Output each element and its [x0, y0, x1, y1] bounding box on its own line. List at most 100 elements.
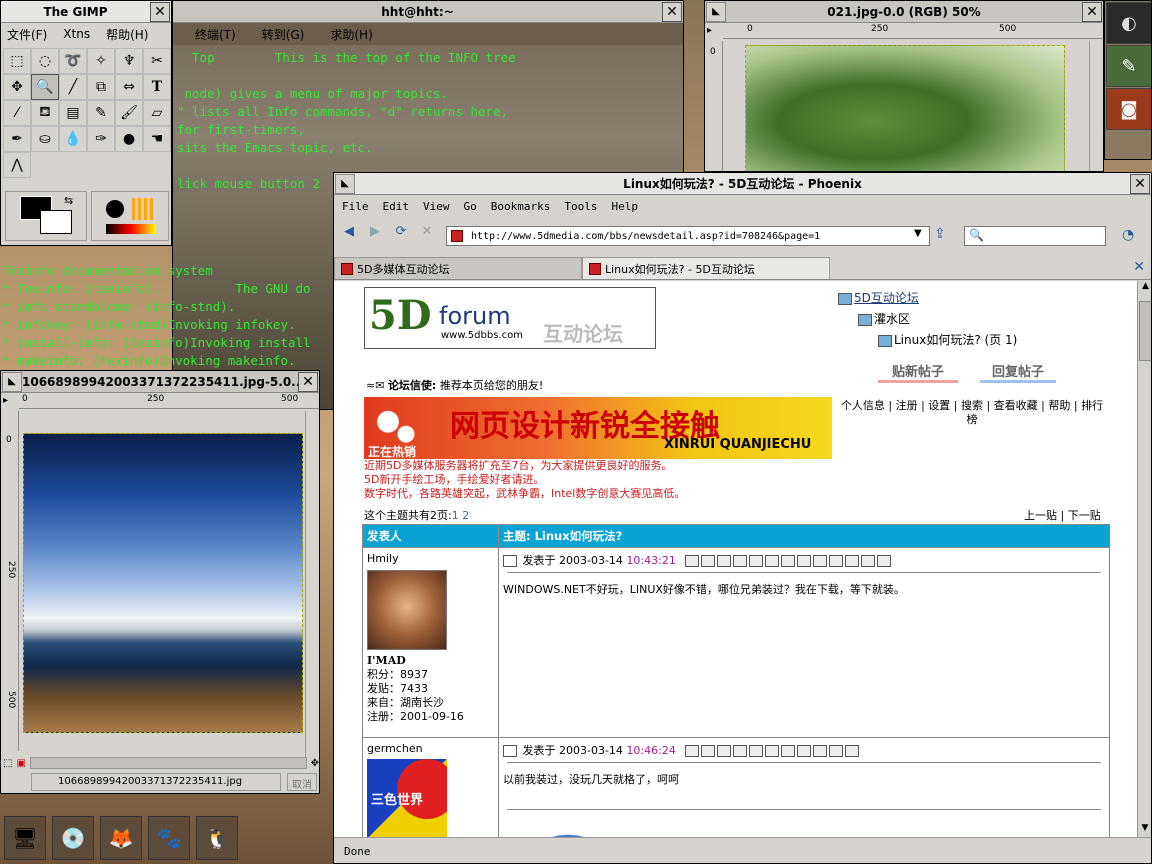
edit-icon[interactable]	[797, 555, 812, 567]
computer-icon[interactable]	[845, 745, 860, 757]
scroll-down-icon[interactable]: ▼	[1138, 823, 1151, 837]
gimp-menu-xtns[interactable]: Xtns	[63, 27, 90, 41]
reload-icon[interactable]: ⟳	[390, 220, 412, 242]
mascot-icon[interactable]: 🦊	[100, 816, 142, 860]
post-action-icons[interactable]	[685, 744, 861, 757]
bg-color[interactable]	[40, 210, 72, 234]
gimp-menu-file[interactable]: 文件(F)	[7, 26, 47, 43]
download-icon[interactable]	[829, 745, 844, 757]
close-tab-icon[interactable]: ✕	[1125, 259, 1151, 279]
computer-icon[interactable]	[877, 555, 892, 567]
gimp-close-button[interactable]: ✕	[150, 1, 170, 22]
qq-icon[interactable]	[717, 745, 732, 757]
paintbrush-icon[interactable]: 🖌	[115, 100, 143, 126]
back-icon[interactable]: ◀	[338, 220, 360, 242]
imgwin-titlebar[interactable]: ◣ 10668989942003371372235411.jpg-5.0...0…	[1, 371, 319, 393]
ellipse-select-icon[interactable]: ◌	[31, 48, 59, 74]
brush-pattern-area[interactable]	[91, 191, 169, 241]
pm-icon[interactable]	[733, 745, 748, 757]
messenger-link[interactable]: 推荐本页给您的朋友!	[440, 379, 543, 392]
new-post-button[interactable]: 贴新帖子	[878, 361, 959, 383]
gimp-image-window[interactable]: ◣ 10668989942003371372235411.jpg-5.0...0…	[0, 370, 320, 794]
terminal-menu-help[interactable]: 求助(H)	[330, 26, 372, 43]
browser-titlebar[interactable]: ◣ Linux如何玩法? - 5D互动论坛 - Phoenix ✕	[334, 173, 1151, 195]
dock-app-icon[interactable]: ◐	[1106, 2, 1151, 44]
reply-post-button[interactable]: 回复帖子	[980, 361, 1057, 383]
quote-icon[interactable]	[781, 745, 796, 757]
swap-colors-icon[interactable]: ⇆	[64, 194, 73, 207]
quickmask-off-icon[interactable]: ⬚	[3, 758, 12, 769]
menu-help[interactable]: Help	[611, 200, 638, 213]
magic-wand-icon[interactable]: ✧	[87, 48, 115, 74]
terminal-titlebar[interactable]: hht@hht:~ ✕	[173, 1, 683, 23]
crop-icon[interactable]: ╱	[59, 74, 87, 100]
menu-edit[interactable]: Edit	[383, 200, 410, 213]
scissors-icon[interactable]: ✂	[143, 48, 171, 74]
eraser-icon[interactable]: ▱	[143, 100, 171, 126]
search-input[interactable]: 🔍	[964, 226, 1106, 246]
gradient-icon[interactable]: ▤	[59, 100, 87, 126]
notice-item[interactable]: 近期5D多媒体服务器将扩充至7台，为大家提供更良好的服务。	[364, 459, 685, 473]
message-icon[interactable]	[701, 555, 716, 567]
gimp-menu-help[interactable]: 帮助(H)	[106, 26, 148, 43]
transform-icon[interactable]: ⧉	[87, 74, 115, 100]
gimp-icon[interactable]: 🐾	[148, 816, 190, 860]
menu-tools[interactable]: Tools	[564, 200, 597, 213]
measure-icon[interactable]: ⋀	[3, 152, 31, 178]
penguin-icon[interactable]: 🐧	[196, 816, 238, 860]
search-icon[interactable]	[781, 555, 796, 567]
prev-next-links[interactable]: 上一贴 | 下一贴	[1024, 507, 1101, 523]
quickmask-on-icon[interactable]: ▣	[16, 758, 25, 769]
menu-file[interactable]: File	[342, 200, 369, 213]
browser-close-button[interactable]: ✕	[1130, 173, 1150, 194]
move-icon[interactable]	[829, 555, 844, 567]
url-bar[interactable]: http://www.5dmedia.com/bbs/newsdetail.as…	[446, 226, 930, 246]
scroll-thumb[interactable]	[1139, 301, 1151, 361]
move-icon[interactable]: ✥	[3, 74, 31, 100]
ruler-corner-icon[interactable]: ▸	[707, 25, 712, 36]
window-menu-icon[interactable]: ◣	[706, 1, 726, 22]
gradient-swatch[interactable]	[106, 224, 156, 234]
brush-icon[interactable]	[106, 200, 124, 218]
flip-icon[interactable]: ⇔	[115, 74, 143, 100]
terminal-menu-terminal[interactable]: 终端(T)	[195, 26, 236, 43]
pm-icon[interactable]	[765, 555, 780, 567]
dodge-icon[interactable]: ●	[115, 126, 143, 152]
stop-icon[interactable]: ✕	[416, 220, 438, 242]
window-menu-icon[interactable]: ◣	[335, 173, 355, 194]
green-leaf-image[interactable]	[745, 45, 1065, 171]
bezier-select-icon[interactable]: ♆	[115, 48, 143, 74]
top-links[interactable]: 个人信息 | 注册 | 设置 | 搜索 | 查看收藏 | 帮助 | 排行榜	[840, 399, 1104, 427]
tab-linux-thread[interactable]: Linux如何玩法? - 5D互动论坛	[582, 257, 830, 279]
window-menu-icon[interactable]: ◣	[2, 371, 22, 392]
lasso-icon[interactable]: ➰	[59, 48, 87, 74]
forum-logo[interactable]: 5D forum www.5dbbs.com 互动论坛	[364, 287, 656, 349]
ad-banner[interactable]: 正在热销 网页设计新锐全接触 XINRUI QUANJIECHU	[364, 397, 832, 459]
profile-icon[interactable]	[685, 555, 700, 567]
search-icon[interactable]	[749, 745, 764, 757]
post-action-icons[interactable]	[685, 554, 893, 567]
dock-tool-icon[interactable]: ◙	[1106, 88, 1151, 130]
url-dropdown-icon[interactable]: ▼	[914, 228, 922, 239]
scroll-up-icon[interactable]: ▲	[1138, 281, 1151, 295]
go-icon[interactable]: ⇪	[934, 226, 946, 242]
pen-icon[interactable]	[813, 745, 828, 757]
terminal-menu-goto[interactable]: 转到(G)	[262, 26, 305, 43]
avatar[interactable]	[367, 570, 447, 650]
message-icon[interactable]	[701, 745, 716, 757]
ruler-corner-icon[interactable]: ▸	[3, 395, 8, 406]
navigate-icon[interactable]: ✥	[311, 758, 319, 769]
magnify-icon[interactable]: 🔍	[31, 74, 59, 100]
cancel-button[interactable]: 取消	[287, 773, 317, 791]
color-swatches[interactable]: ⇆	[5, 191, 87, 241]
post-image[interactable]	[503, 818, 633, 837]
menu-bookmarks[interactable]: Bookmarks	[491, 200, 551, 213]
tab-forum-home[interactable]: 5D多媒体互动论坛	[334, 257, 582, 279]
bucket-fill-icon[interactable]: ⛾	[31, 100, 59, 126]
browser-window[interactable]: ◣ Linux如何玩法? - 5D互动论坛 - Phoenix ✕ File E…	[333, 172, 1152, 864]
menu-view[interactable]: View	[423, 200, 450, 213]
pen-icon[interactable]	[845, 555, 860, 567]
vertical-scrollbar[interactable]	[305, 411, 319, 757]
avatar[interactable]: 三色世界	[367, 759, 447, 837]
forward-icon[interactable]: ▶	[364, 220, 386, 242]
